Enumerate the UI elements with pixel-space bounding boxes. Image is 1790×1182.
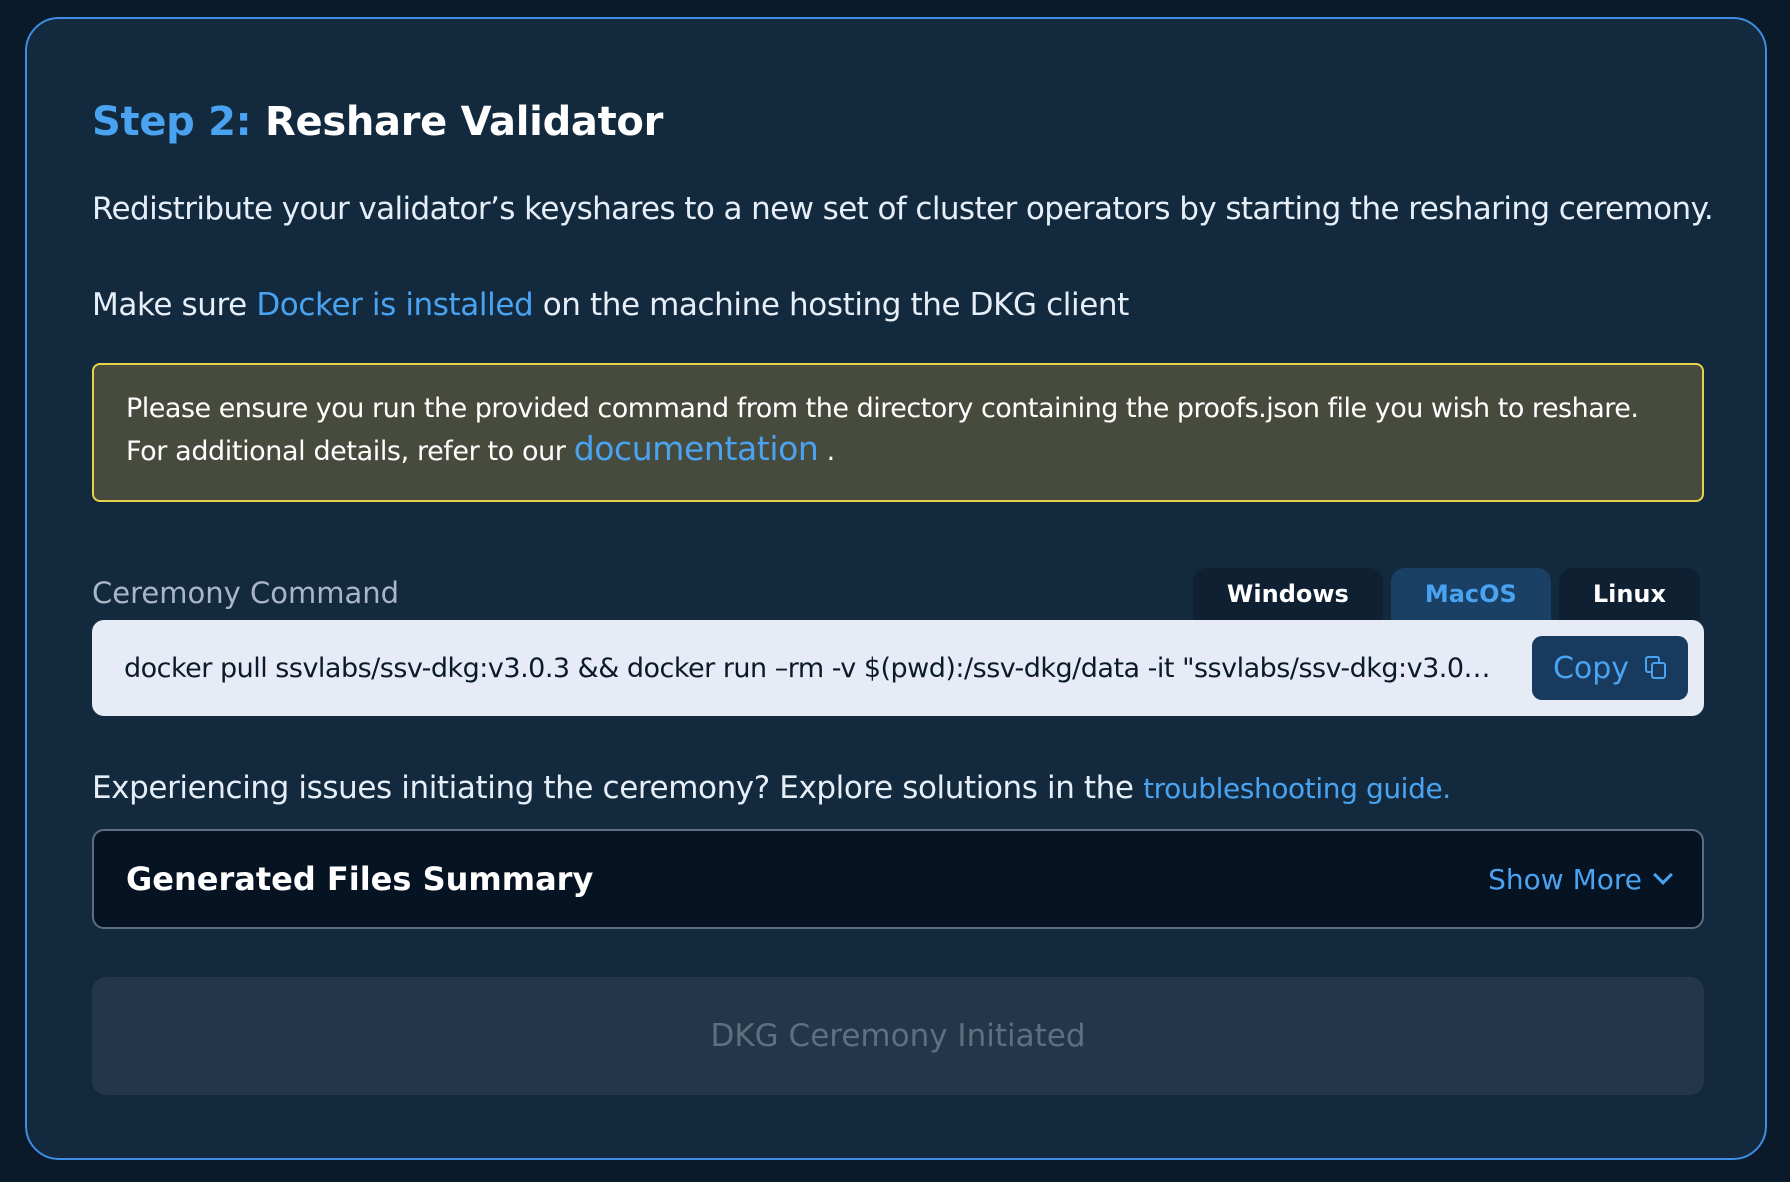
show-more-button[interactable]: Show More bbox=[1488, 862, 1673, 896]
description: Redistribute your validator’s keyshares … bbox=[92, 191, 1714, 227]
warning-line-2-after: . bbox=[818, 436, 836, 467]
troubleshooting-notice: Experiencing issues initiating the cerem… bbox=[92, 770, 1451, 806]
docker-installed-link[interactable]: Docker is installed bbox=[256, 287, 533, 323]
ceremony-command-label: Ceremony Command bbox=[92, 576, 400, 610]
copy-icon bbox=[1645, 656, 1667, 680]
step-prefix: Step 2: bbox=[92, 99, 252, 145]
step-title: Reshare Validator bbox=[265, 99, 664, 145]
tab-windows[interactable]: Windows bbox=[1192, 568, 1383, 620]
tab-linux[interactable]: Linux bbox=[1558, 568, 1700, 620]
copy-button[interactable]: Copy bbox=[1532, 636, 1688, 700]
warning-banner: Please ensure you run the provided comma… bbox=[92, 363, 1704, 502]
tab-macos[interactable]: MacOS bbox=[1390, 568, 1551, 620]
docker-notice-after: on the machine hosting the DKG client bbox=[533, 287, 1130, 323]
command-box: docker pull ssvlabs/ssv-dkg:v3.0.3 && do… bbox=[92, 620, 1704, 716]
page-title: Step 2: Reshare Validator bbox=[92, 99, 663, 145]
warning-line-1: Please ensure you run the provided comma… bbox=[126, 393, 1639, 424]
os-tabs: Windows MacOS Linux bbox=[1192, 568, 1700, 620]
warning-line-2-before: For additional details, refer to our bbox=[126, 436, 574, 467]
show-more-label: Show More bbox=[1488, 862, 1642, 896]
warning-line-2: For additional details, refer to our doc… bbox=[126, 429, 1670, 472]
dkg-ceremony-initiated-button[interactable]: DKG Ceremony Initiated bbox=[92, 977, 1704, 1095]
copy-label: Copy bbox=[1552, 650, 1630, 686]
troubleshooting-text: Experiencing issues initiating the cerem… bbox=[92, 770, 1144, 806]
command-text[interactable]: docker pull ssvlabs/ssv-dkg:v3.0.3 && do… bbox=[124, 653, 1496, 684]
docker-notice: Make sure Docker is installed on the mac… bbox=[92, 287, 1129, 323]
reshare-card: Step 2: Reshare Validator Redistribute y… bbox=[25, 17, 1767, 1160]
chevron-down-icon bbox=[1653, 865, 1673, 885]
summary-title: Generated Files Summary bbox=[126, 860, 594, 898]
generated-files-summary: Generated Files Summary Show More bbox=[92, 829, 1704, 929]
docker-notice-before: Make sure bbox=[92, 287, 257, 323]
documentation-link[interactable]: documentation bbox=[574, 429, 819, 468]
troubleshooting-guide-link[interactable]: troubleshooting guide. bbox=[1143, 772, 1451, 805]
